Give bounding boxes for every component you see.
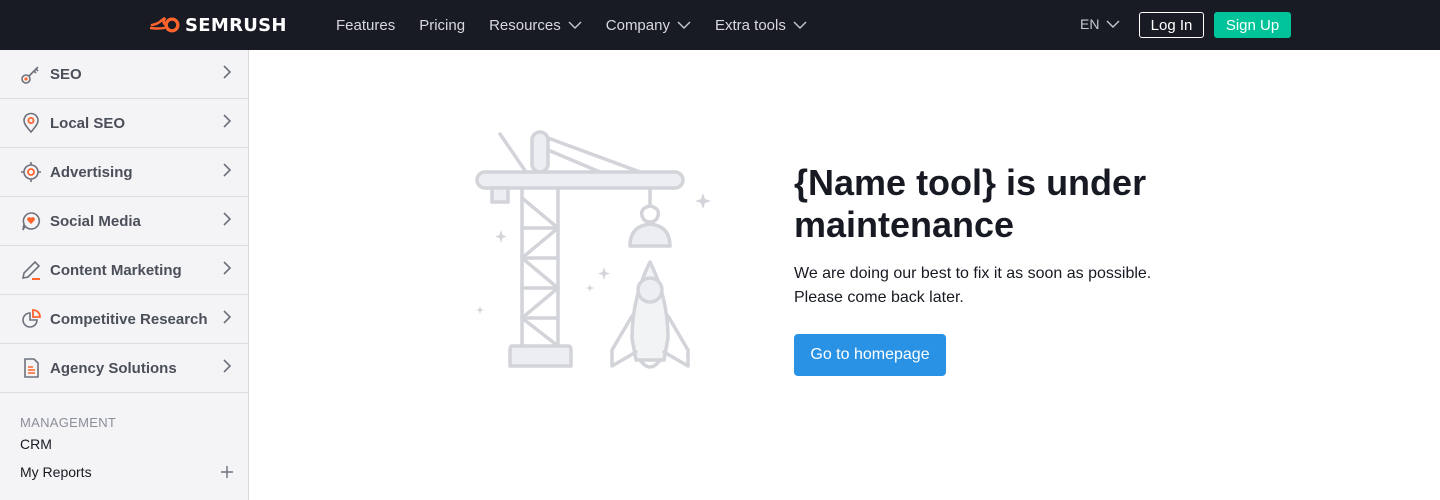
sidebar-item-label: Social Media [50, 212, 141, 230]
chevron-down-icon [793, 21, 807, 29]
description-line-2: Please come back later. [794, 289, 964, 306]
nav-features[interactable]: Features [336, 17, 395, 34]
nav-pricing[interactable]: Pricing [419, 17, 465, 34]
chat-bubble-icon [22, 212, 40, 231]
main-nav: Features Pricing Resources Company Extra… [336, 0, 831, 50]
target-icon [21, 162, 41, 182]
sidebar-item-social-media[interactable]: Social Media [0, 197, 248, 246]
sidebar-item-local-seo[interactable]: Local SEO [0, 99, 248, 148]
chevron-right-icon [223, 359, 232, 373]
sidebar-item-label: Local SEO [50, 114, 126, 132]
nav-resources[interactable]: Resources [489, 17, 582, 34]
sidebar-link-my-reports[interactable]: My Reports [0, 458, 248, 486]
chevron-right-icon [223, 261, 232, 275]
nav-label: Extra tools [714, 16, 786, 34]
sidebar-item-advertising[interactable]: Advertising [0, 148, 248, 197]
plus-icon[interactable] [220, 465, 234, 479]
nav-label: Company [605, 16, 670, 34]
go-to-homepage-button[interactable]: Go to homepage [794, 334, 946, 376]
nav-extra-tools[interactable]: Extra tools [715, 17, 807, 34]
sidebar-item-seo[interactable]: SEO [0, 50, 248, 99]
chevron-down-icon [1106, 20, 1120, 28]
sidebar-item-label: SEO [50, 65, 82, 83]
chevron-right-icon [223, 212, 232, 226]
chevron-right-icon [223, 65, 232, 79]
location-pin-icon [23, 112, 39, 134]
sidebar-item-label: Advertising [50, 163, 133, 181]
signup-button[interactable]: Sign Up [1214, 12, 1291, 38]
sidebar-item-label: Competitive Research [50, 310, 208, 328]
chevron-down-icon [568, 21, 582, 29]
chevron-right-icon [223, 114, 232, 128]
chevron-down-icon [677, 21, 691, 29]
page-title: {Name tool} is under maintenance [794, 162, 1147, 245]
sidebar-item-agency-solutions[interactable]: Agency Solutions [0, 344, 248, 393]
crane-rocket-illustration [475, 130, 711, 369]
sidebar-item-label: Agency Solutions [50, 359, 177, 377]
nav-company[interactable]: Company [606, 17, 691, 34]
maintenance-description: We are doing our best to fix it as soon … [794, 262, 1214, 310]
semrush-fire-icon [150, 16, 180, 33]
document-icon [24, 358, 39, 378]
language-selector[interactable]: EN [1080, 16, 1120, 32]
sidebar: SEO Local SEO Advertising Social Media C… [0, 50, 249, 500]
login-button[interactable]: Log In [1139, 12, 1204, 38]
nav-label: Resources [489, 16, 561, 34]
sidebar-item-competitive-research[interactable]: Competitive Research [0, 295, 248, 344]
top-nav-bar: SEMRUSH Features Pricing Resources Compa… [0, 0, 1440, 50]
semrush-logo[interactable]: SEMRUSH [150, 14, 287, 36]
sidebar-item-label: Content Marketing [50, 261, 182, 279]
nav-label: Pricing [419, 16, 466, 34]
pie-chart-icon [22, 309, 41, 328]
sidebar-link-crm[interactable]: CRM [0, 430, 248, 458]
sidebar-link-label: My Reports [20, 464, 92, 480]
chevron-right-icon [223, 310, 232, 324]
sidebar-item-content-marketing[interactable]: Content Marketing [0, 246, 248, 295]
seo-key-icon [21, 66, 39, 84]
logo-text: SEMRUSH [185, 14, 287, 36]
nav-label: Features [336, 16, 396, 34]
description-line-1: We are doing our best to fix it as soon … [794, 265, 1152, 282]
management-section-label: MANAGEMENT [20, 415, 117, 430]
pencil-icon [21, 260, 41, 280]
chevron-right-icon [223, 163, 232, 177]
sidebar-link-label: CRM [20, 436, 52, 452]
language-label: EN [1080, 16, 1100, 32]
